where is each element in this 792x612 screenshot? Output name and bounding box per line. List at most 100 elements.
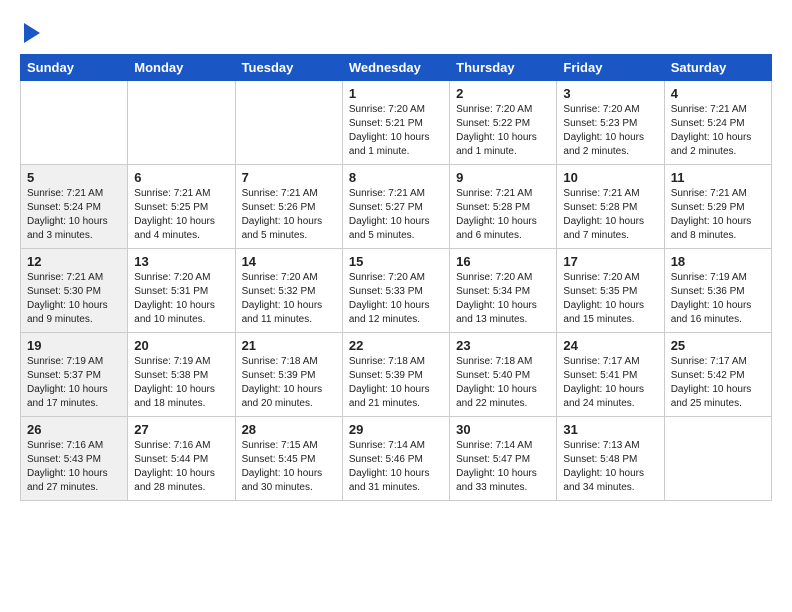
logo <box>20 20 40 44</box>
day-number: 29 <box>349 422 443 437</box>
day-info: Sunrise: 7:16 AM Sunset: 5:43 PM Dayligh… <box>27 439 121 495</box>
calendar-cell: 30 Sunrise: 7:14 AM Sunset: 5:47 PM Dayli… <box>450 417 557 501</box>
calendar-cell: 2 Sunrise: 7:20 AM Sunset: 5:22 PM Daylig… <box>450 81 557 165</box>
day-number: 6 <box>134 170 228 185</box>
day-number: 26 <box>27 422 121 437</box>
day-info: Sunrise: 7:17 AM Sunset: 5:41 PM Dayligh… <box>563 355 657 411</box>
day-number: 3 <box>563 86 657 101</box>
day-info: Sunrise: 7:21 AM Sunset: 5:28 PM Dayligh… <box>563 187 657 243</box>
logo-arrow-icon <box>24 23 40 43</box>
calendar-cell: 23 Sunrise: 7:18 AM Sunset: 5:40 PM Dayli… <box>450 333 557 417</box>
day-number: 28 <box>242 422 336 437</box>
day-number: 13 <box>134 254 228 269</box>
calendar-week-1: 1Sunrise: 7:20 AM Sunset: 5:21 PM Daylig… <box>21 81 772 165</box>
calendar-cell: 9 Sunrise: 7:21 AM Sunset: 5:28 PM Daylig… <box>450 165 557 249</box>
calendar-cell: 27Sunrise: 7:16 AM Sunset: 5:44 PM Dayli… <box>128 417 235 501</box>
day-number: 17 <box>563 254 657 269</box>
weekday-header-thursday: Thursday <box>450 55 557 81</box>
calendar-cell: 17 Sunrise: 7:20 AM Sunset: 5:35 PM Dayli… <box>557 249 664 333</box>
calendar-cell: 20 Sunrise: 7:19 AM Sunset: 5:38 PM Dayli… <box>128 333 235 417</box>
calendar-cell: 24 Sunrise: 7:17 AM Sunset: 5:41 PM Dayli… <box>557 333 664 417</box>
day-number: 11 <box>671 170 765 185</box>
calendar-cell <box>128 81 235 165</box>
day-info: Sunrise: 7:20 AM Sunset: 5:35 PM Dayligh… <box>563 271 657 327</box>
day-info: Sunrise: 7:20 AM Sunset: 5:23 PM Dayligh… <box>563 103 657 159</box>
day-info: Sunrise: 7:14 AM Sunset: 5:46 PM Dayligh… <box>349 439 443 495</box>
day-number: 20 <box>134 338 228 353</box>
calendar-week-3: 12Sunrise: 7:21 AM Sunset: 5:30 PM Dayli… <box>21 249 772 333</box>
day-info: Sunrise: 7:20 AM Sunset: 5:32 PM Dayligh… <box>242 271 336 327</box>
day-info: Sunrise: 7:17 AM Sunset: 5:42 PM Dayligh… <box>671 355 765 411</box>
day-number: 8 <box>349 170 443 185</box>
weekday-header-row: SundayMondayTuesdayWednesdayThursdayFrid… <box>21 55 772 81</box>
day-number: 12 <box>27 254 121 269</box>
day-number: 10 <box>563 170 657 185</box>
day-number: 31 <box>563 422 657 437</box>
calendar-cell: 16Sunrise: 7:20 AM Sunset: 5:34 PM Dayli… <box>450 249 557 333</box>
day-number: 24 <box>563 338 657 353</box>
day-info: Sunrise: 7:19 AM Sunset: 5:36 PM Dayligh… <box>671 271 765 327</box>
day-info: Sunrise: 7:20 AM Sunset: 5:22 PM Dayligh… <box>456 103 550 159</box>
day-info: Sunrise: 7:21 AM Sunset: 5:27 PM Dayligh… <box>349 187 443 243</box>
day-number: 23 <box>456 338 550 353</box>
calendar-cell: 13 Sunrise: 7:20 AM Sunset: 5:31 PM Dayli… <box>128 249 235 333</box>
weekday-header-wednesday: Wednesday <box>342 55 449 81</box>
calendar-cell: 31 Sunrise: 7:13 AM Sunset: 5:48 PM Dayli… <box>557 417 664 501</box>
calendar-cell: 8 Sunrise: 7:21 AM Sunset: 5:27 PM Daylig… <box>342 165 449 249</box>
day-info: Sunrise: 7:18 AM Sunset: 5:40 PM Dayligh… <box>456 355 550 411</box>
calendar-cell: 29 Sunrise: 7:14 AM Sunset: 5:46 PM Dayli… <box>342 417 449 501</box>
calendar-week-5: 26 Sunrise: 7:16 AM Sunset: 5:43 PM Dayli… <box>21 417 772 501</box>
day-info: Sunrise: 7:21 AM Sunset: 5:26 PM Dayligh… <box>242 187 336 243</box>
day-info: Sunrise: 7:19 AM Sunset: 5:38 PM Dayligh… <box>134 355 228 411</box>
day-number: 25 <box>671 338 765 353</box>
calendar-cell: 19 Sunrise: 7:19 AM Sunset: 5:37 PM Dayli… <box>21 333 128 417</box>
day-info: Sunrise: 7:20 AM Sunset: 5:33 PM Dayligh… <box>349 271 443 327</box>
day-info: Sunrise: 7:20 AM Sunset: 5:34 PM Dayligh… <box>456 271 550 327</box>
calendar-cell: 25 Sunrise: 7:17 AM Sunset: 5:42 PM Dayli… <box>664 333 771 417</box>
day-number: 7 <box>242 170 336 185</box>
day-number: 18 <box>671 254 765 269</box>
calendar-week-2: 5 Sunrise: 7:21 AM Sunset: 5:24 PM Daylig… <box>21 165 772 249</box>
calendar-table: SundayMondayTuesdayWednesdayThursdayFrid… <box>20 54 772 501</box>
day-number: 22 <box>349 338 443 353</box>
weekday-header-saturday: Saturday <box>664 55 771 81</box>
page-header <box>20 20 772 44</box>
calendar-cell: 10 Sunrise: 7:21 AM Sunset: 5:28 PM Dayli… <box>557 165 664 249</box>
calendar-cell: 3 Sunrise: 7:20 AM Sunset: 5:23 PM Daylig… <box>557 81 664 165</box>
calendar-cell: 7 Sunrise: 7:21 AM Sunset: 5:26 PM Daylig… <box>235 165 342 249</box>
day-number: 19 <box>27 338 121 353</box>
day-info: Sunrise: 7:16 AM Sunset: 5:44 PM Dayligh… <box>134 439 228 495</box>
day-info: Sunrise: 7:20 AM Sunset: 5:21 PM Dayligh… <box>349 103 443 159</box>
day-info: Sunrise: 7:18 AM Sunset: 5:39 PM Dayligh… <box>242 355 336 411</box>
calendar-cell <box>664 417 771 501</box>
day-info: Sunrise: 7:18 AM Sunset: 5:39 PM Dayligh… <box>349 355 443 411</box>
day-info: Sunrise: 7:14 AM Sunset: 5:47 PM Dayligh… <box>456 439 550 495</box>
calendar-cell: 15 Sunrise: 7:20 AM Sunset: 5:33 PM Dayli… <box>342 249 449 333</box>
calendar-cell: 18 Sunrise: 7:19 AM Sunset: 5:36 PM Dayli… <box>664 249 771 333</box>
calendar-cell: 1Sunrise: 7:20 AM Sunset: 5:21 PM Daylig… <box>342 81 449 165</box>
weekday-header-friday: Friday <box>557 55 664 81</box>
day-number: 5 <box>27 170 121 185</box>
calendar-cell: 26 Sunrise: 7:16 AM Sunset: 5:43 PM Dayli… <box>21 417 128 501</box>
day-number: 30 <box>456 422 550 437</box>
day-number: 2 <box>456 86 550 101</box>
calendar-cell: 12Sunrise: 7:21 AM Sunset: 5:30 PM Dayli… <box>21 249 128 333</box>
calendar-cell: 28Sunrise: 7:15 AM Sunset: 5:45 PM Dayli… <box>235 417 342 501</box>
weekday-header-sunday: Sunday <box>21 55 128 81</box>
day-info: Sunrise: 7:21 AM Sunset: 5:28 PM Dayligh… <box>456 187 550 243</box>
calendar-cell: 21 Sunrise: 7:18 AM Sunset: 5:39 PM Dayli… <box>235 333 342 417</box>
day-number: 14 <box>242 254 336 269</box>
day-number: 15 <box>349 254 443 269</box>
calendar-cell <box>235 81 342 165</box>
day-number: 9 <box>456 170 550 185</box>
weekday-header-tuesday: Tuesday <box>235 55 342 81</box>
day-info: Sunrise: 7:13 AM Sunset: 5:48 PM Dayligh… <box>563 439 657 495</box>
day-info: Sunrise: 7:20 AM Sunset: 5:31 PM Dayligh… <box>134 271 228 327</box>
calendar-cell <box>21 81 128 165</box>
day-info: Sunrise: 7:21 AM Sunset: 5:25 PM Dayligh… <box>134 187 228 243</box>
day-number: 4 <box>671 86 765 101</box>
day-info: Sunrise: 7:19 AM Sunset: 5:37 PM Dayligh… <box>27 355 121 411</box>
day-number: 21 <box>242 338 336 353</box>
day-info: Sunrise: 7:21 AM Sunset: 5:24 PM Dayligh… <box>27 187 121 243</box>
calendar-cell: 22 Sunrise: 7:18 AM Sunset: 5:39 PM Dayli… <box>342 333 449 417</box>
